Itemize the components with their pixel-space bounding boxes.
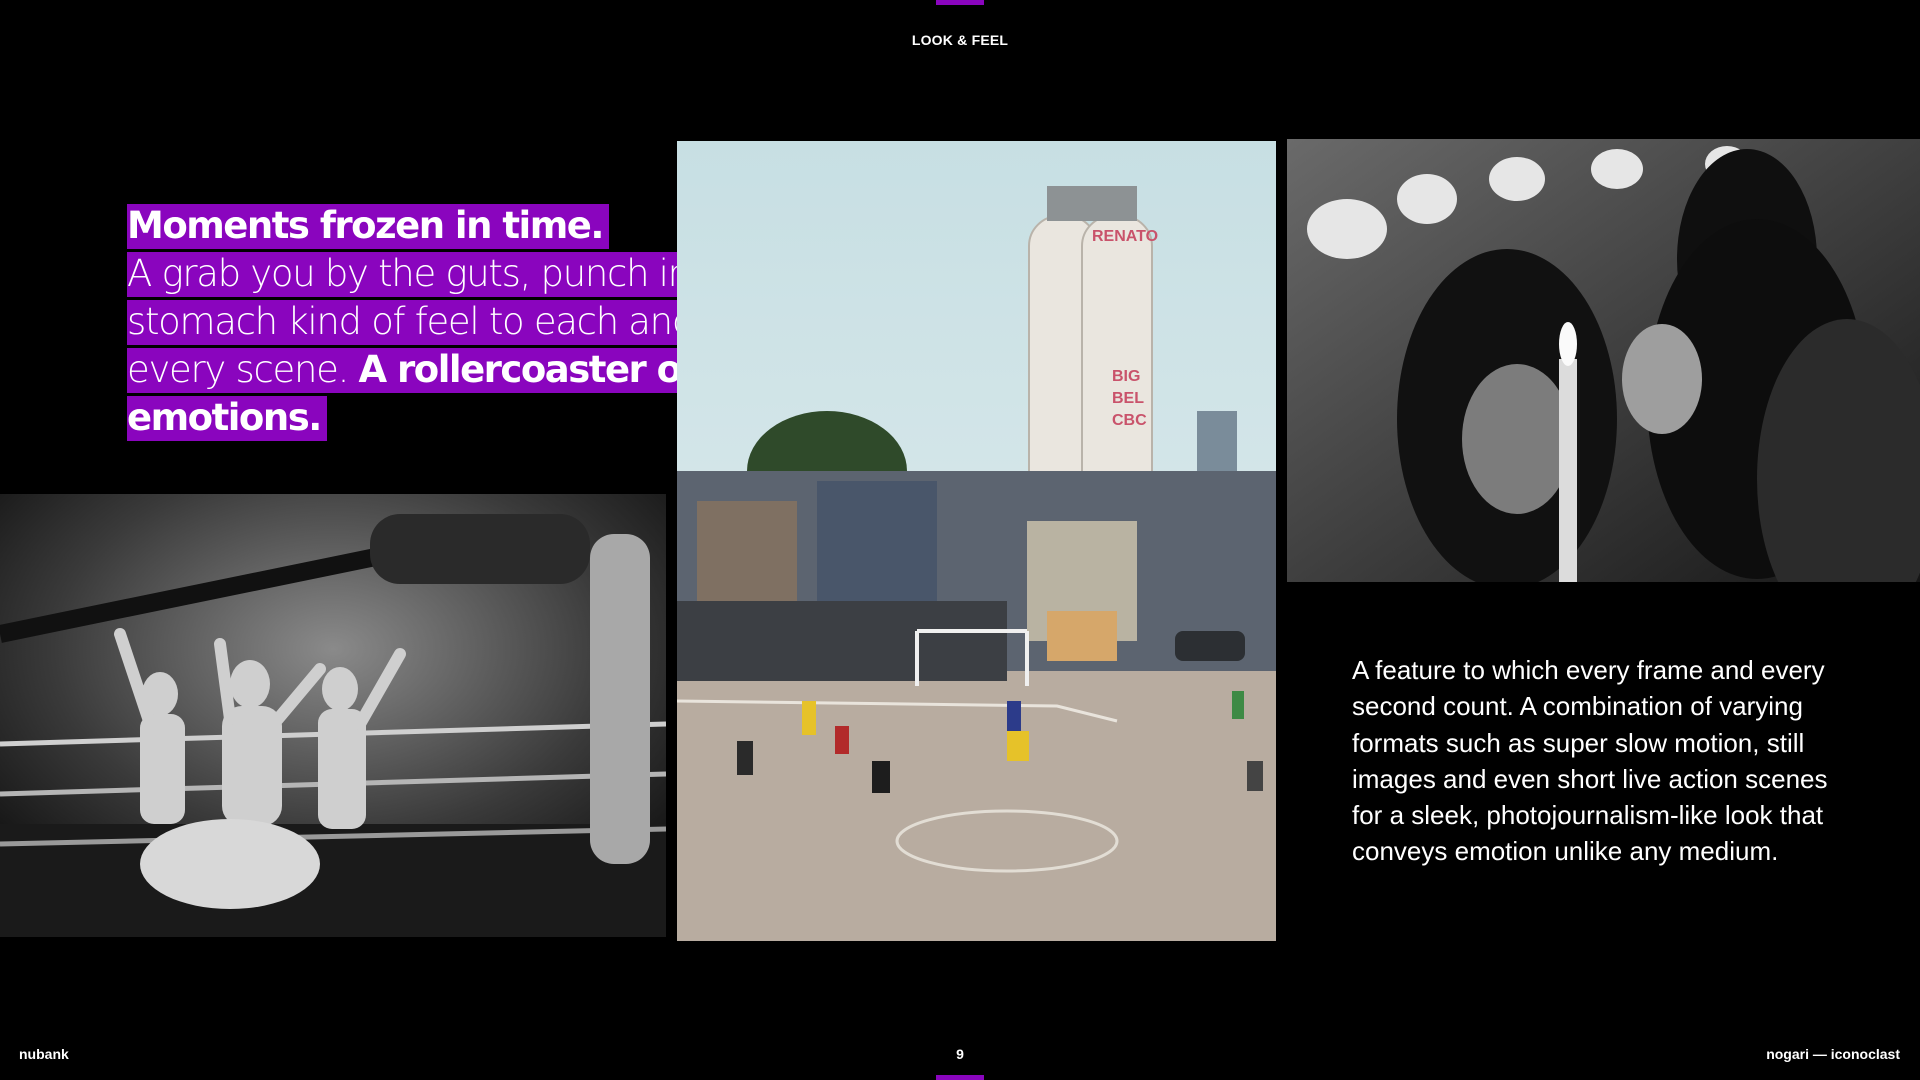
svg-text:RENATO: RENATO bbox=[1092, 228, 1158, 245]
section-title: LOOK & FEEL bbox=[911, 32, 1009, 48]
svg-text:BIG: BIG bbox=[1112, 368, 1140, 385]
wrestling-photo bbox=[0, 494, 666, 937]
feature-description: A feature to which every frame and every… bbox=[1352, 655, 1828, 867]
headline-line1: Moments frozen in time. bbox=[127, 204, 609, 249]
football-field-photo: RENATO BIG BEL CBC bbox=[677, 141, 1276, 941]
page-number: 9 bbox=[956, 1046, 964, 1062]
svg-text:CBC: CBC bbox=[1112, 412, 1147, 429]
candle-vigil-photo bbox=[1287, 139, 1920, 582]
footer-credits: nogari — iconoclast bbox=[1766, 1046, 1900, 1062]
bottom-accent-bar bbox=[936, 1075, 984, 1080]
top-accent-bar bbox=[936, 0, 984, 5]
headline-body: A grab you by the guts, punch in the sto… bbox=[127, 252, 764, 441]
svg-text:BEL: BEL bbox=[1112, 390, 1144, 407]
